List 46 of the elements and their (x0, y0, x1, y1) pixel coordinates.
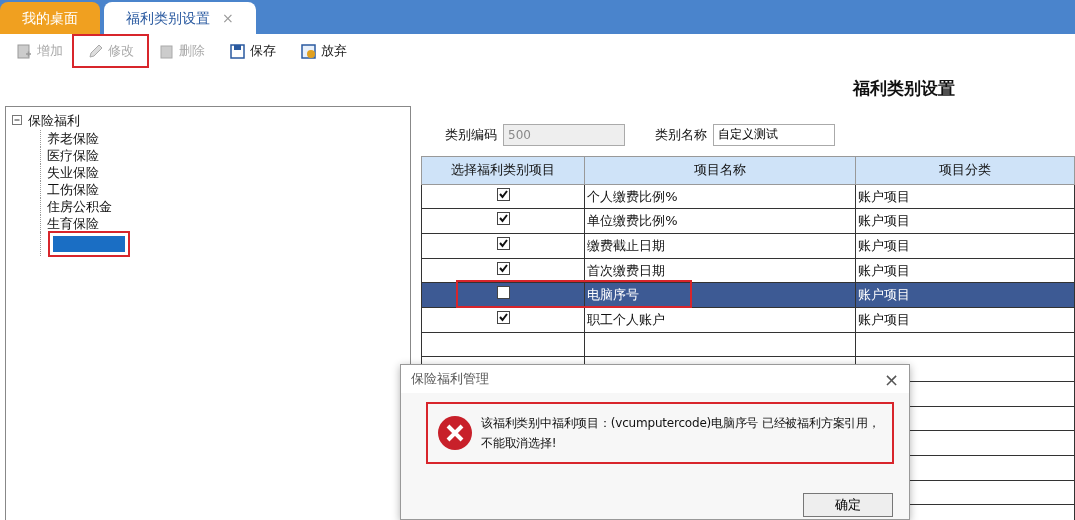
floppy-icon (229, 42, 246, 60)
table-cell: 账户项目 (855, 184, 1075, 209)
dialog-title: 保险福利管理 (411, 370, 489, 389)
checkbox[interactable] (496, 187, 510, 201)
error-message: 该福利类别中福利项目：(vcumputercode)电脑序号 已经被福利方案引用， (481, 415, 880, 432)
delete-icon (158, 42, 175, 60)
floppy-icon (300, 42, 317, 60)
table-cell: 缴费截止日期 (584, 233, 856, 259)
table-cell: 个人缴费比例% (584, 184, 856, 209)
error-message: 不能取消选择! (481, 435, 558, 452)
toolbar-button[interactable]: 保存 (219, 39, 286, 63)
add-icon (16, 42, 33, 60)
checkbox[interactable] (496, 286, 510, 300)
error-icon (437, 415, 473, 451)
tab[interactable]: 福利类别设置 × (104, 2, 256, 34)
close-button[interactable]: × (883, 365, 899, 393)
tree-item[interactable]: 工伤保险 (41, 182, 99, 197)
table-cell: 账户项目 (855, 258, 1075, 283)
tree-item[interactable]: 失业保险 (41, 165, 99, 180)
table-cell: 账户项目 (855, 307, 1075, 333)
ok-button[interactable]: 确定 (803, 493, 893, 517)
checkbox[interactable] (496, 236, 510, 250)
pencil-icon (87, 42, 104, 60)
tree-item[interactable]: 养老保险 (41, 131, 99, 146)
checkbox[interactable] (496, 261, 510, 275)
table-cell: 单位缴费比例% (584, 208, 856, 234)
table-cell: 首次缴费日期 (584, 258, 856, 283)
table-cell: 账户项目 (855, 208, 1075, 234)
table-cell: 职工个人账户 (584, 307, 856, 333)
checkbox[interactable] (496, 311, 510, 325)
toolbar-button[interactable]: 放弃 (290, 39, 357, 63)
table-cell: 账户项目 (855, 282, 1075, 308)
tree-item[interactable]: 医疗保险 (41, 148, 99, 163)
column-header: 选择福利类别项目 (421, 156, 585, 184)
input-field[interactable]: 自定义测试 (713, 123, 835, 146)
column-header: 项目分类 (855, 156, 1075, 184)
checkbox[interactable] (496, 212, 510, 226)
field-label: 类别名称 (655, 125, 707, 144)
tree-item[interactable]: 生育保险 (41, 216, 99, 231)
page-title: 福利类别设置 (851, 77, 956, 100)
tree-item[interactable]: 住房公积金 (41, 199, 112, 214)
column-header: 项目名称 (584, 156, 856, 184)
field-label: 类别编码 (445, 125, 497, 144)
collapse-icon[interactable] (12, 115, 22, 126)
table-cell: 账户项目 (855, 233, 1075, 259)
tree-item[interactable]: 保险福利 (28, 110, 80, 130)
